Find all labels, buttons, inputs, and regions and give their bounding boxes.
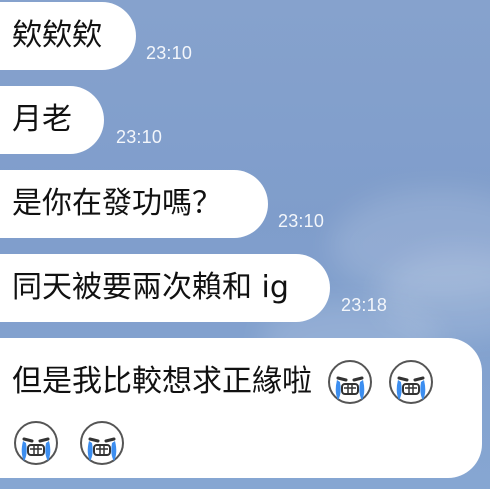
message-text: 欸欸欸: [12, 18, 102, 53]
message-text: 是你在發功嗎？: [12, 186, 222, 221]
message-text: 但是我比較想求正緣啦: [12, 363, 312, 399]
message-timestamp: 23:10: [146, 43, 193, 63]
message-bubble[interactable]: 同天被要兩次賴和 ig: [0, 254, 330, 322]
message-bubble[interactable]: 欸欸欸: [0, 2, 136, 70]
crying-face-icon: [78, 419, 126, 467]
message-bubble[interactable]: 月老: [0, 86, 104, 154]
message-timestamp: 23:10: [116, 127, 163, 147]
crying-face-icon: [12, 419, 60, 467]
message-timestamp: 23:10: [278, 211, 325, 231]
crying-face-icon: [326, 358, 374, 406]
message-bubble[interactable]: 是你在發功嗎？: [0, 170, 268, 238]
message-bubble[interactable]: 但是我比較想求正緣啦: [0, 338, 482, 478]
crying-face-icon: [387, 358, 435, 406]
message-text: 月老: [12, 102, 72, 137]
message-text: 同天被要兩次賴和 ig: [12, 270, 289, 305]
message-timestamp: 23:18: [341, 295, 388, 315]
